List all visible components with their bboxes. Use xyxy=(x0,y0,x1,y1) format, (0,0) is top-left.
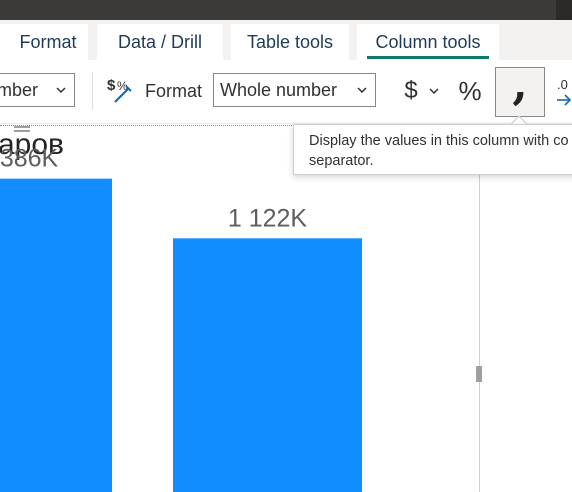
percent-symbol: % xyxy=(458,75,482,106)
tab-format-label: Format xyxy=(19,31,77,52)
toolbar-divider xyxy=(92,72,93,110)
ribbon-tab-bar: Format Data / Drill Table tools Column t… xyxy=(0,20,572,60)
tab-table-tools[interactable]: Table tools xyxy=(231,24,349,60)
currency-symbol: $ xyxy=(404,77,418,104)
tab-data-drill-label: Data / Drill xyxy=(117,31,202,52)
pane-resize-grip[interactable] xyxy=(476,366,482,382)
svg-text:$: $ xyxy=(107,77,116,94)
tooltip: Display the values in this column with c… xyxy=(293,124,572,175)
data-type-select[interactable]: mber xyxy=(0,73,75,107)
format-value: Whole number xyxy=(220,79,338,100)
tooltip-text-line-2: separator. xyxy=(309,153,374,169)
chevron-down-icon xyxy=(56,87,66,94)
comma-icon: , xyxy=(512,59,528,110)
tab-data-drill[interactable]: Data / Drill xyxy=(97,24,223,60)
format-icon: $ % xyxy=(106,75,134,105)
decimal-increase-button[interactable]: .0 xyxy=(556,74,572,108)
ribbon-toolbar: mber $ % Format Whole number $ % , .0 xyxy=(0,60,572,124)
decimal-partial-label: .0 xyxy=(557,77,568,92)
pane-divider xyxy=(479,124,480,492)
window-control-edge[interactable] xyxy=(556,0,572,20)
tooltip-text-line-1: Display the values in this column with c… xyxy=(309,133,569,149)
tab-table-tools-label: Table tools xyxy=(246,31,334,52)
app-title-bar xyxy=(0,0,572,20)
tab-format[interactable]: Format xyxy=(0,24,88,60)
bar[interactable] xyxy=(173,238,362,492)
bar[interactable] xyxy=(0,178,112,492)
chevron-down-icon xyxy=(429,88,439,95)
percent-button[interactable]: % xyxy=(455,74,485,108)
currency-button[interactable]: $ xyxy=(398,74,446,108)
comma-style-button[interactable]: , xyxy=(495,63,545,117)
bar-chart[interactable]: 386K 1 122K xyxy=(0,124,479,492)
bar-data-label: 1 122K xyxy=(228,204,308,232)
data-type-value: mber xyxy=(0,79,39,100)
bar-data-label: 386K xyxy=(0,145,59,173)
tab-column-tools[interactable]: Column tools xyxy=(357,24,499,60)
chevron-down-icon xyxy=(357,87,367,94)
tab-column-tools-label: Column tools xyxy=(375,31,481,52)
decimal-increase-icon: .0 xyxy=(557,77,572,106)
format-select[interactable]: Whole number xyxy=(213,73,376,107)
format-label: Format xyxy=(145,80,203,101)
